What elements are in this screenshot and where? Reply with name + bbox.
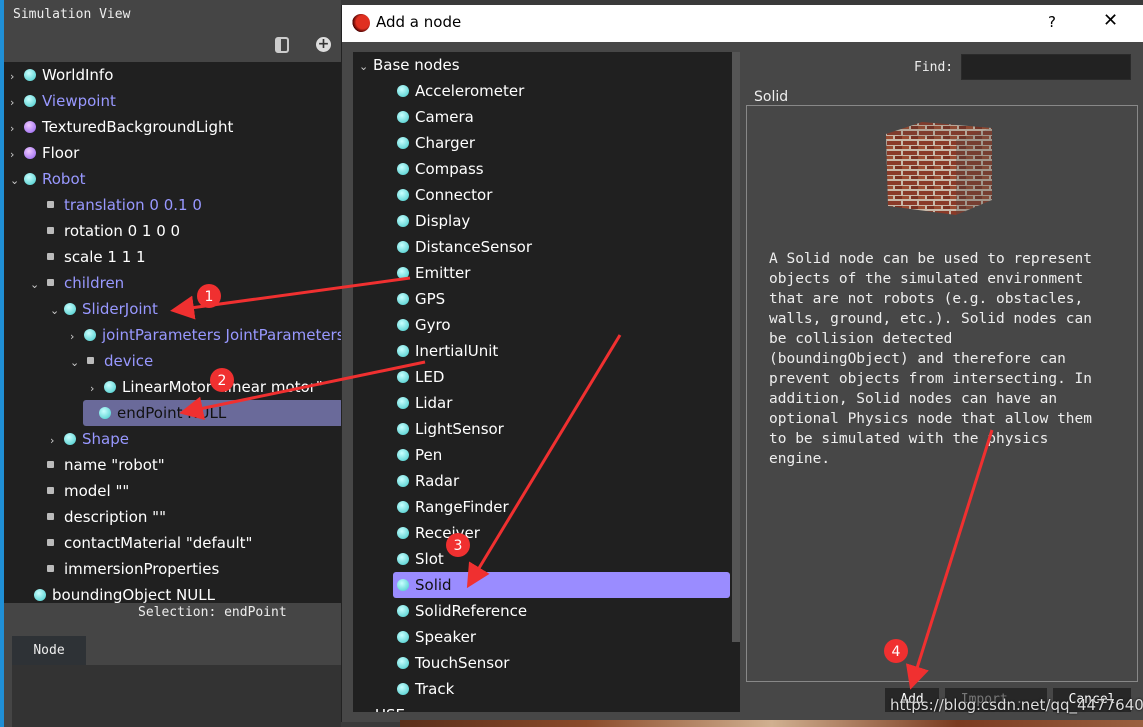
svg-text:4: 4: [892, 644, 901, 660]
badge-3: 3: [446, 533, 470, 557]
arrow-4: [905, 429, 994, 690]
arrow-3: [466, 334, 622, 589]
svg-text:3: 3: [454, 538, 463, 554]
badge-2: 2: [210, 368, 234, 392]
badge-1: 1: [197, 284, 221, 308]
svg-text:2: 2: [218, 373, 227, 389]
badge-4: 4: [884, 639, 908, 663]
annotation-overlay: 1 2 3 4: [170, 276, 994, 690]
svg-text:1: 1: [205, 289, 214, 305]
